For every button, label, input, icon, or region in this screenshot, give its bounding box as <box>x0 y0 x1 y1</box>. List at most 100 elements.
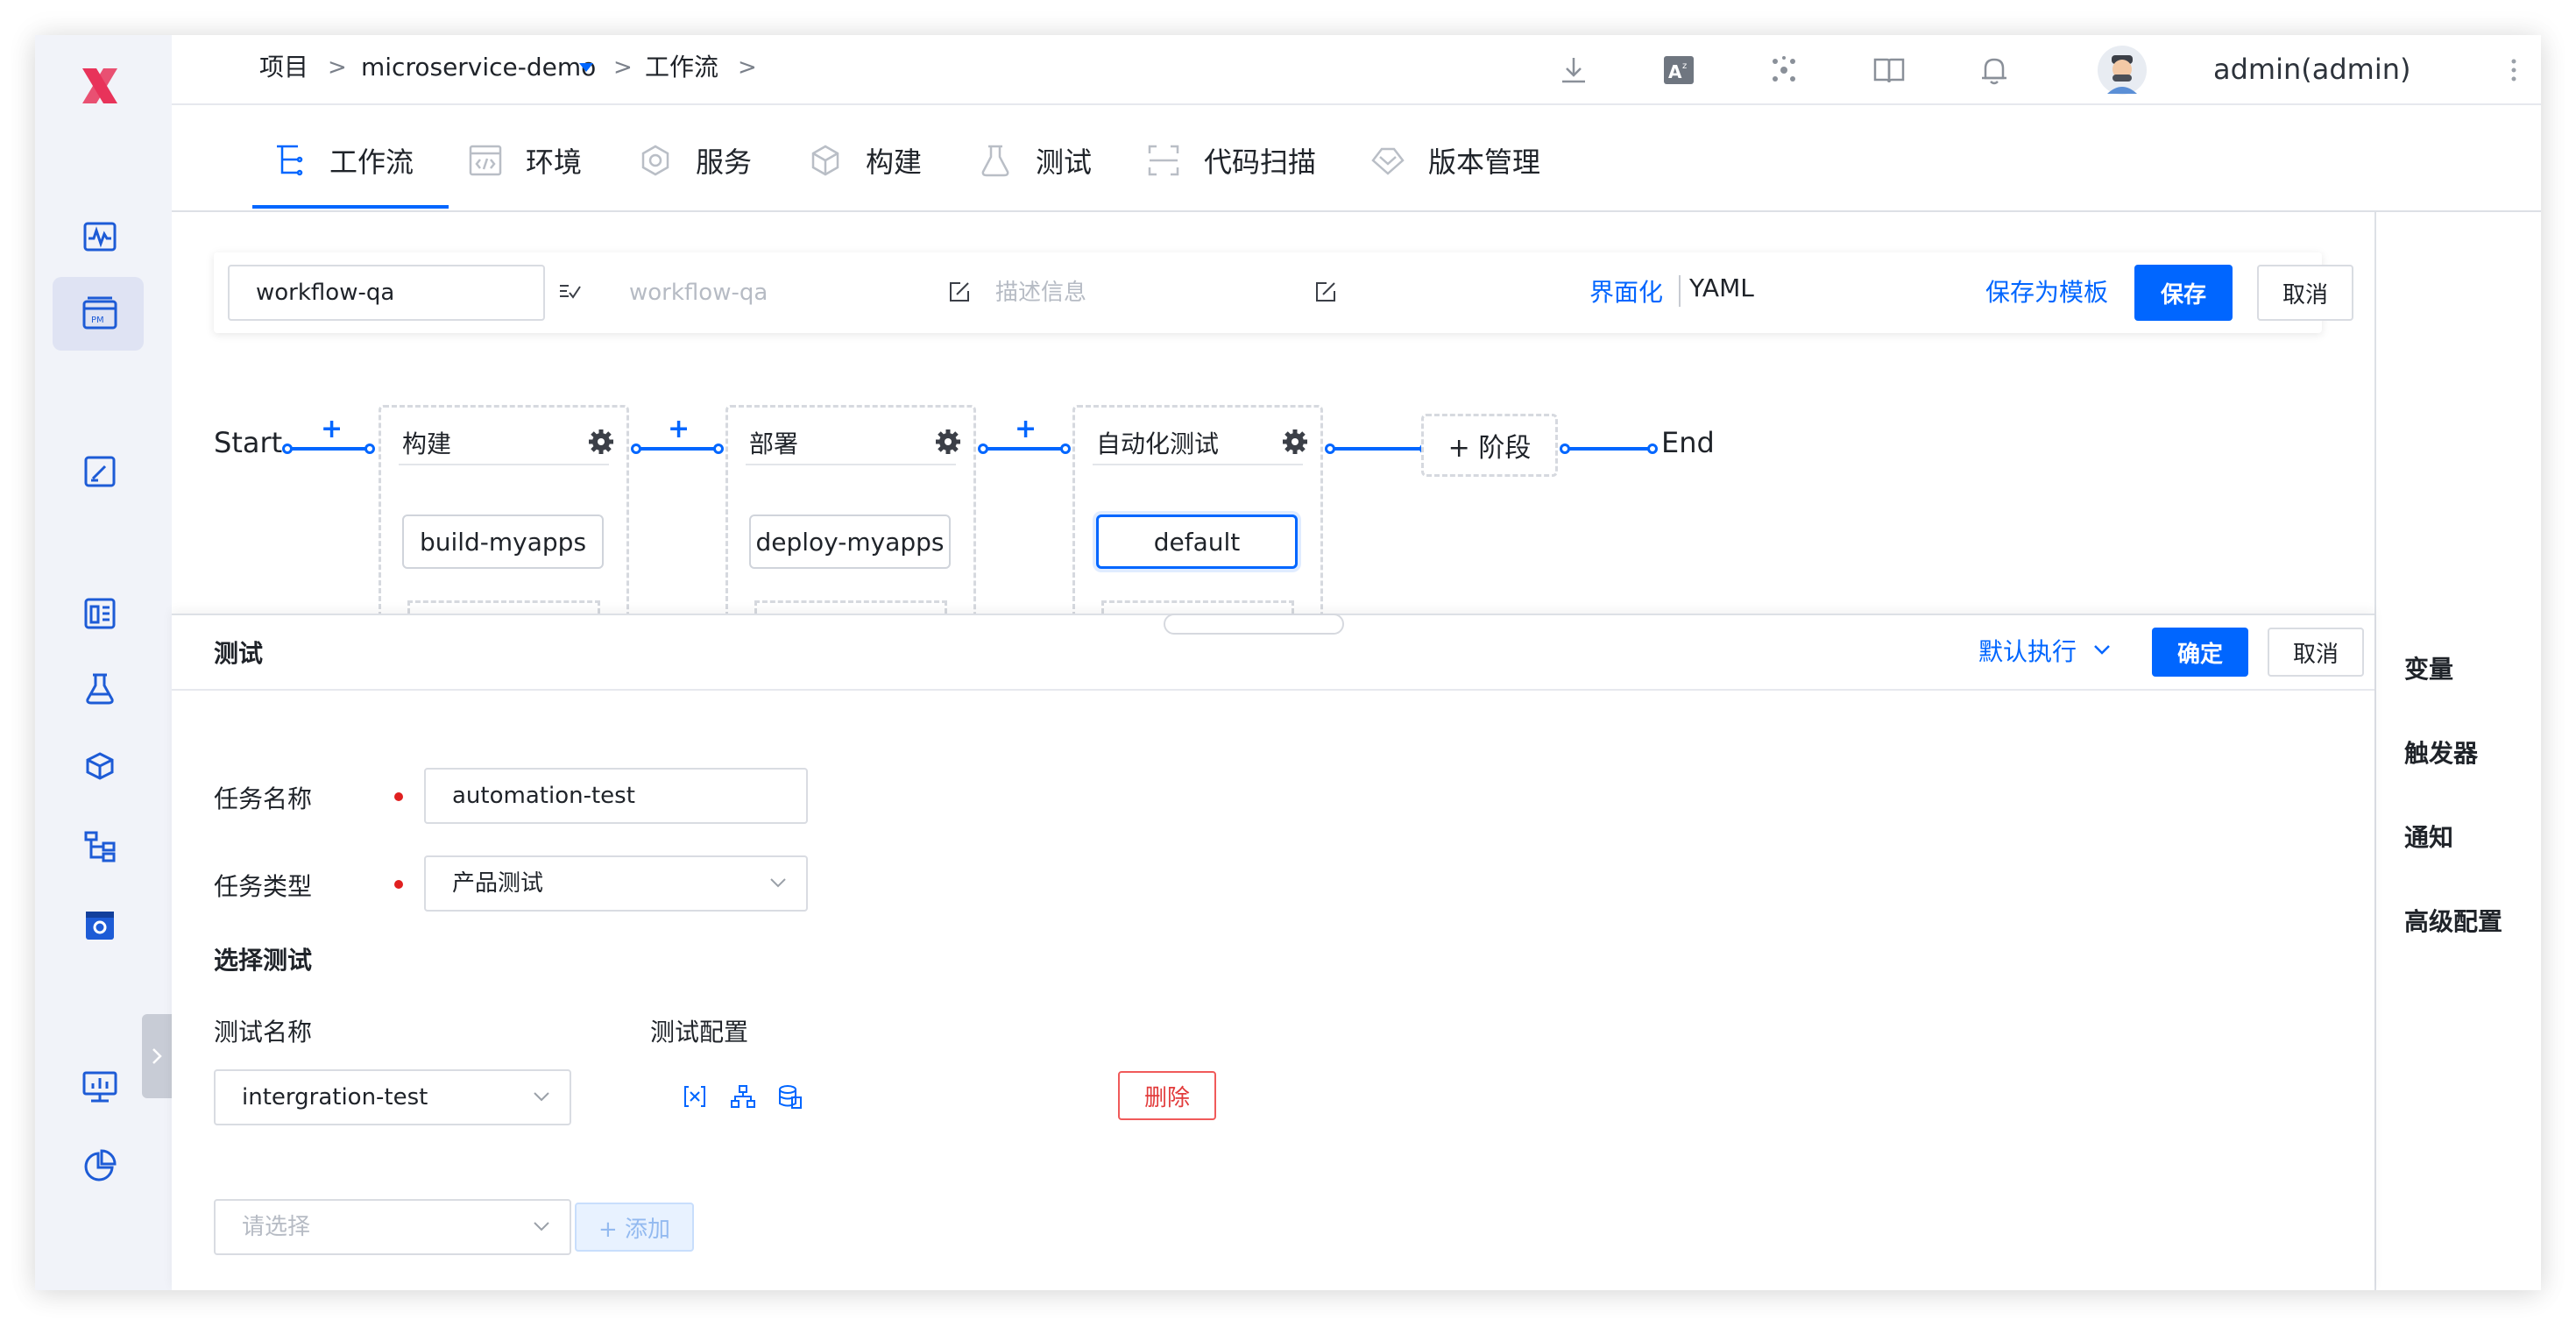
task-type-select[interactable]: 产品测试 <box>424 855 808 912</box>
translate-icon[interactable]: A z <box>1656 47 1702 93</box>
docs-icon[interactable] <box>1866 47 1912 93</box>
monitor-pulse-icon[interactable] <box>74 210 126 263</box>
chevron-down-icon[interactable] <box>2092 643 2112 656</box>
connector-line <box>640 447 715 451</box>
tab-build[interactable]: 构建 <box>806 138 922 182</box>
rename-check-icon[interactable] <box>557 279 582 303</box>
tab-label: 版本管理 <box>1428 145 1541 179</box>
breadcrumb-separator: > <box>738 54 757 81</box>
variable-brackets-icon[interactable] <box>682 1083 708 1110</box>
tab-version[interactable]: 版本管理 <box>1369 138 1540 182</box>
side-item-notifications[interactable]: 通知 <box>2404 819 2453 854</box>
tab-code-scan[interactable]: 代码扫描 <box>1144 138 1316 182</box>
workflow-name-input[interactable]: workflow-qa <box>228 265 545 321</box>
stage-title: 自动化测试 <box>1096 429 1220 458</box>
gear-icon[interactable] <box>935 429 961 455</box>
delete-test-button[interactable]: 删除 <box>1118 1071 1216 1120</box>
mode-yaml-button[interactable]: YAML <box>1689 273 1754 302</box>
edit-document-icon[interactable] <box>74 445 126 498</box>
tab-workflow[interactable]: 工作流 <box>270 138 414 182</box>
divider <box>1679 275 1681 307</box>
job-editor-panel: 测试 默认执行 确定 取消 任务名称 automation-test 任务类型 … <box>172 614 2374 1290</box>
select-tests-label: 选择测试 <box>214 946 313 975</box>
hierarchy-icon[interactable] <box>729 1083 757 1110</box>
flask-icon[interactable] <box>74 663 126 715</box>
build-icon <box>806 141 845 180</box>
add-test-button[interactable]: + 添加 <box>575 1203 694 1252</box>
save-button[interactable]: 保存 <box>2134 265 2233 321</box>
left-nav-rail: PM <box>35 35 172 1290</box>
edit-icon[interactable] <box>948 280 971 303</box>
connector-line <box>291 447 366 451</box>
mode-visual-button[interactable]: 界面化 <box>1589 273 1663 309</box>
tab-label: 代码扫描 <box>1204 145 1317 179</box>
breadcrumb-project[interactable]: 项目 <box>259 49 308 86</box>
job-card[interactable]: deploy-myapps <box>749 514 951 569</box>
required-mark <box>394 880 403 889</box>
test-name-value: intergration-test <box>242 1084 428 1111</box>
avatar[interactable] <box>2096 44 2148 96</box>
brand-logo-icon[interactable] <box>74 60 126 112</box>
test-name-select[interactable]: intergration-test <box>214 1069 571 1125</box>
cancel-button[interactable]: 取消 <box>2257 265 2353 321</box>
svg-text:PM: PM <box>91 316 104 325</box>
tab-service[interactable]: 服务 <box>636 138 752 182</box>
display-name-input[interactable]: workflow-qa <box>629 265 768 321</box>
confirm-button[interactable]: 确定 <box>2152 628 2248 677</box>
side-item-variables[interactable]: 变量 <box>2404 650 2453 685</box>
user-name[interactable]: admin(admin) <box>2213 50 2411 89</box>
breadcrumb-workflow[interactable]: 工作流 <box>645 49 718 86</box>
project-pm-icon[interactable]: PM <box>74 287 126 340</box>
pie-chart-icon[interactable] <box>74 1139 126 1192</box>
tab-environment[interactable]: 环境 <box>466 138 582 182</box>
add-stage-plus[interactable]: + <box>668 414 690 444</box>
stage-title: 部署 <box>749 429 799 458</box>
job-card-selected[interactable]: default <box>1096 514 1298 569</box>
bell-icon[interactable] <box>1971 47 2017 93</box>
editor-cancel-button[interactable]: 取消 <box>2268 628 2364 677</box>
chevron-down-icon <box>534 1222 549 1231</box>
task-name-input[interactable]: automation-test <box>424 768 808 824</box>
cluster-icon[interactable] <box>1761 47 1807 93</box>
divider <box>172 689 2374 691</box>
test-select-new[interactable]: 请选择 <box>214 1199 571 1255</box>
tab-label: 构建 <box>866 145 923 179</box>
settings-box-icon[interactable] <box>74 899 126 952</box>
add-stage-plus[interactable]: + <box>1015 414 1037 444</box>
editor-title: 测试 <box>214 639 264 668</box>
monitor-chart-icon[interactable] <box>74 1061 126 1113</box>
run-policy-dropdown[interactable]: 默认执行 <box>1978 633 2077 668</box>
connector-node <box>1647 444 1658 454</box>
tab-label: 环境 <box>526 145 583 179</box>
breadcrumb-project-name[interactable]: microservice-demo <box>361 49 596 86</box>
active-tab-indicator <box>252 205 449 209</box>
tab-label: 工作流 <box>329 145 414 179</box>
save-as-template-button[interactable]: 保存为模板 <box>1985 273 2108 309</box>
top-header: 项目 > microservice-demo > 工作流 > A z admin… <box>172 35 2541 105</box>
download-icon[interactable] <box>1551 47 1596 93</box>
caret-down-icon[interactable] <box>578 61 594 74</box>
collapse-rail-handle[interactable] <box>142 1014 172 1098</box>
package-hand-icon[interactable] <box>74 742 126 794</box>
add-stage-plus[interactable]: + <box>321 414 343 444</box>
workflow-tree-icon[interactable] <box>74 820 126 873</box>
description-input[interactable]: 描述信息 <box>995 265 1086 321</box>
side-item-triggers[interactable]: 触发器 <box>2404 734 2478 770</box>
gear-icon[interactable] <box>588 429 614 455</box>
edit-icon[interactable] <box>1314 280 1337 303</box>
col-test-config: 测试配置 <box>650 1018 749 1047</box>
connector-line <box>1334 447 1425 451</box>
dashboard-icon[interactable] <box>74 587 126 640</box>
side-item-advanced[interactable]: 高级配置 <box>2404 903 2502 938</box>
database-icon[interactable] <box>776 1083 803 1110</box>
stage-title: 构建 <box>402 429 452 458</box>
job-card[interactable]: build-myapps <box>402 514 604 569</box>
resize-drag-handle[interactable] <box>1164 614 1344 635</box>
more-vertical-icon[interactable] <box>2501 47 2527 93</box>
workflow-icon <box>270 141 308 180</box>
tab-test[interactable]: 测试 <box>976 138 1092 182</box>
breadcrumb-separator: > <box>328 54 347 81</box>
add-stage-button[interactable]: + 阶段 <box>1421 414 1558 477</box>
gear-icon[interactable] <box>1282 429 1308 455</box>
side-config-panel: 变量 触发器 通知 高级配置 <box>2374 212 2541 1290</box>
